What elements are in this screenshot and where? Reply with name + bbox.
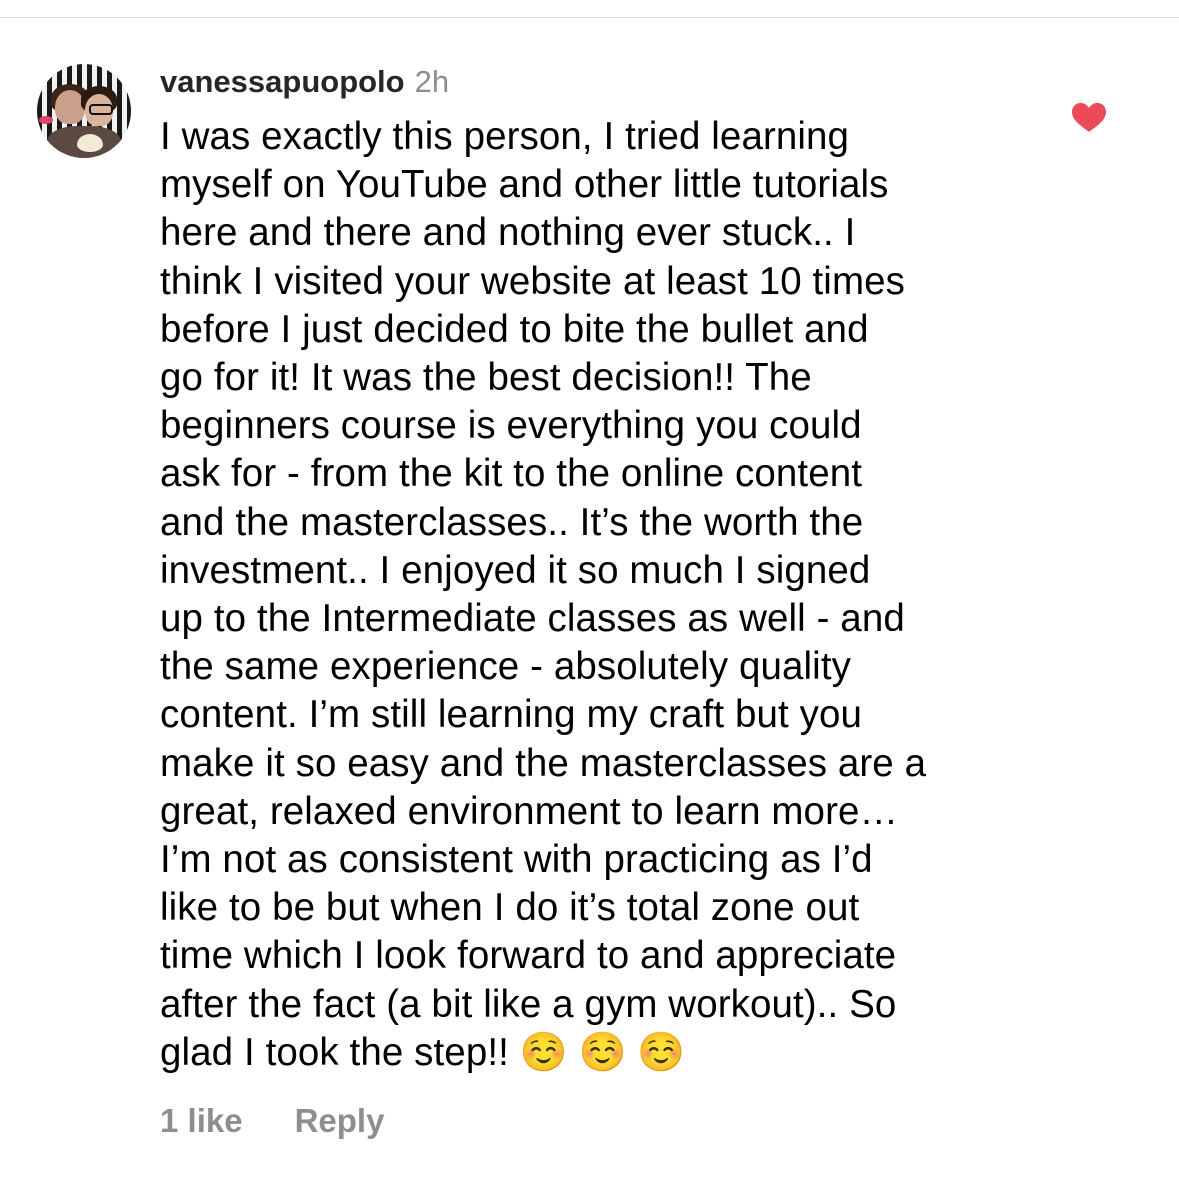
likes-count-link[interactable]: 1 like xyxy=(160,1102,243,1139)
comment-username[interactable]: vanessapuopolo xyxy=(160,64,405,99)
comment-text: I was exactly this person, I tried learn… xyxy=(160,115,927,1074)
avatar-photo-detail xyxy=(77,134,103,152)
top-divider xyxy=(0,17,1179,18)
avatar-photo-detail xyxy=(89,104,113,115)
heart-icon-shape xyxy=(1071,102,1107,132)
comment-timestamp: 2h xyxy=(414,64,450,99)
reply-button[interactable]: Reply xyxy=(295,1102,385,1139)
user-avatar[interactable] xyxy=(37,64,131,158)
comment-footer: 1 like Reply xyxy=(160,1098,384,1144)
avatar-photo-detail xyxy=(39,116,53,124)
heart-icon[interactable] xyxy=(1070,98,1108,136)
comment-meta: vanessapuopolo 2h xyxy=(160,60,449,104)
